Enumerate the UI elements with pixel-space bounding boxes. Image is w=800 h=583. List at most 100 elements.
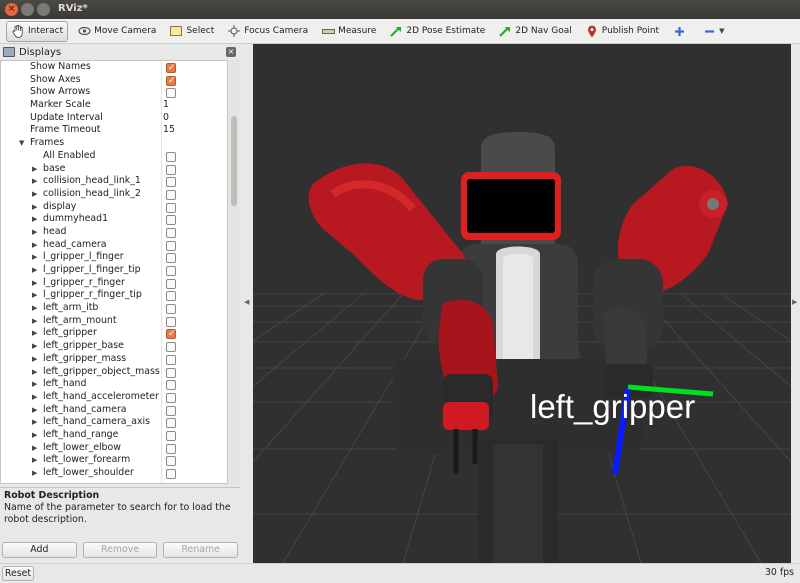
collapse-right-arrow-icon[interactable]: ▶ [792,298,797,306]
expand-closed-icon[interactable]: ▶ [32,201,37,214]
tree-row-checkbox[interactable] [166,189,176,200]
tree-row[interactable]: ▶ left_arm_mount [1,315,227,328]
tree-row[interactable]: ▶ left_hand_accelerometer [1,391,227,404]
tree-row-value[interactable]: 1 [163,99,169,112]
tree-row-checkbox[interactable] [166,215,176,226]
tree-row[interactable]: ▼ Frames [1,137,227,150]
tree-scrollbar[interactable] [229,60,239,484]
measure-tool-button[interactable]: Measure [317,21,380,42]
expand-closed-icon[interactable]: ▶ [32,264,37,277]
expand-closed-icon[interactable]: ▶ [32,315,37,328]
tree-row[interactable]: ▶ left_hand_range [1,429,227,442]
tree-row-checkbox[interactable] [166,430,176,441]
expand-closed-icon[interactable]: ▶ [32,226,37,239]
expand-closed-icon[interactable]: ▶ [32,327,37,340]
nav-goal-tool-button[interactable]: 2D Nav Goal [494,21,575,42]
expand-closed-icon[interactable]: ▶ [32,188,37,201]
tree-row[interactable]: ▶ left_hand_camera_axis [1,416,227,429]
tree-row[interactable]: ▶ dummyhead1 [1,213,227,226]
expand-open-icon[interactable]: ▼ [19,137,24,150]
collapse-left-arrow-icon[interactable]: ◀ [244,298,249,306]
tree-row[interactable]: Show Axes [1,74,227,87]
expand-closed-icon[interactable]: ▶ [32,302,37,315]
remove-tool-dropdown[interactable]: ▼ [698,21,728,42]
expand-closed-icon[interactable]: ▶ [32,378,37,391]
tree-row-checkbox[interactable] [166,253,176,264]
tree-row-checkbox[interactable] [166,164,176,175]
tree-row-checkbox[interactable] [166,328,176,341]
expand-closed-icon[interactable]: ▶ [32,163,37,176]
tree-row[interactable]: ▶ head [1,226,227,239]
rename-display-button[interactable]: Rename [163,542,239,558]
reset-button[interactable]: Reset [2,566,34,581]
tree-row-checkbox[interactable] [166,177,176,188]
expand-closed-icon[interactable]: ▶ [32,277,37,290]
expand-closed-icon[interactable]: ▶ [32,416,37,429]
tree-row[interactable]: ▶ collision_head_link_1 [1,175,227,188]
tree-row[interactable]: ▶ left_gripper [1,327,227,341]
add-display-button[interactable]: Add [2,542,77,558]
expand-closed-icon[interactable]: ▶ [32,289,37,302]
render-viewport[interactable]: left_gripper [253,44,791,563]
tree-row[interactable]: ▶ l_gripper_l_finger [1,251,227,264]
tree-row-checkbox[interactable] [166,342,176,353]
expand-closed-icon[interactable]: ▶ [32,442,37,455]
tree-row-value[interactable]: 0 [163,112,169,125]
tree-row-checkbox[interactable] [166,405,176,416]
tree-row[interactable]: ▶ l_gripper_r_finger [1,277,227,290]
tree-row[interactable]: ▶ left_lower_elbow [1,442,227,455]
tree-row-value[interactable]: 15 [163,124,175,137]
tree-row-checkbox[interactable] [166,380,176,391]
remove-display-button[interactable]: Remove [82,542,158,558]
tree-row[interactable]: ▶ l_gripper_l_finger_tip [1,264,227,277]
tree-row[interactable]: ▶ l_gripper_r_finger_tip [1,289,227,302]
tree-row-checkbox[interactable] [166,367,176,378]
close-window-button[interactable]: × [5,3,18,16]
tree-row-checkbox[interactable] [166,418,176,429]
tree-row-checkbox[interactable] [166,88,176,99]
tree-row[interactable]: ▶ head_camera [1,239,227,252]
tree-row-checkbox[interactable] [166,227,176,238]
expand-closed-icon[interactable]: ▶ [32,213,37,226]
add-tool-button[interactable] [668,21,693,42]
tree-row-checkbox[interactable] [166,62,176,75]
tree-row-checkbox[interactable] [166,316,176,327]
tree-row-checkbox[interactable] [166,266,176,276]
tree-row[interactable]: Show Arrows [1,86,227,99]
tree-row-checkbox[interactable] [166,240,176,251]
interact-tool-button[interactable]: Interact [6,20,69,42]
tree-row[interactable]: Update Interval 0 [1,112,227,125]
move-camera-tool-button[interactable]: Move Camera [73,21,160,42]
tree-row-checkbox[interactable] [166,75,176,87]
maximize-window-button[interactable] [37,3,50,16]
tree-row[interactable]: ▶ left_hand [1,378,227,391]
tree-row[interactable]: ▶ left_arm_itb [1,302,227,315]
pose-estimate-tool-button[interactable]: 2D Pose Estimate [385,21,489,42]
tree-row[interactable]: ▶ collision_head_link_2 [1,188,227,201]
tree-row-checkbox[interactable] [166,291,176,302]
tree-row-checkbox[interactable] [166,456,176,467]
tree-row-checkbox[interactable] [166,354,176,365]
tree-row[interactable]: All Enabled [1,150,227,163]
select-tool-button[interactable]: Select [165,21,218,42]
expand-closed-icon[interactable]: ▶ [32,175,37,188]
tree-row[interactable]: ▶ left_lower_shoulder [1,467,227,480]
tree-row-checkbox[interactable] [166,443,176,454]
expand-closed-icon[interactable]: ▶ [32,340,37,353]
tree-row[interactable]: Show Names [1,61,227,75]
tree-row[interactable]: ▶ left_hand_camera [1,404,227,417]
expand-closed-icon[interactable]: ▶ [32,353,37,366]
tree-row-checkbox[interactable] [166,469,176,479]
expand-closed-icon[interactable]: ▶ [32,429,37,442]
tree-row-checkbox[interactable] [166,151,176,162]
close-panel-icon[interactable]: × [226,47,236,57]
expand-closed-icon[interactable]: ▶ [32,454,37,467]
focus-camera-tool-button[interactable]: Focus Camera [223,21,312,42]
tree-row-checkbox[interactable] [166,392,176,403]
expand-closed-icon[interactable]: ▶ [32,251,37,264]
tree-row[interactable]: ▶ left_gripper_mass [1,353,227,366]
tree-row[interactable]: Frame Timeout 15 [1,124,227,137]
tree-row[interactable]: ▶ left_gripper_object_mass [1,366,227,379]
expand-closed-icon[interactable]: ▶ [32,366,37,379]
expand-closed-icon[interactable]: ▶ [32,404,37,417]
